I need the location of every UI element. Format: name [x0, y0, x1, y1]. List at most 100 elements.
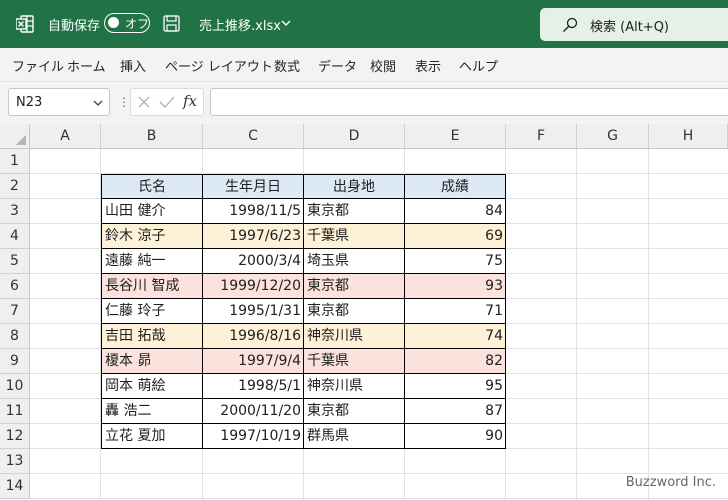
gridline — [30, 473, 728, 474]
chevron-down-icon[interactable] — [281, 19, 291, 27]
column-header[interactable]: D — [304, 124, 405, 149]
tab-review[interactable]: 校閲 — [370, 56, 396, 75]
select-all-icon — [16, 135, 26, 145]
table-cell[interactable]: 千葉県 — [304, 349, 405, 374]
table-cell[interactable]: 轟 浩二 — [101, 399, 203, 424]
table-header-cell[interactable]: 成績 — [405, 174, 506, 199]
chevron-down-icon[interactable] — [93, 99, 103, 107]
column-header[interactable]: B — [101, 124, 203, 149]
column-header[interactable]: E — [405, 124, 506, 149]
tab-formulas[interactable]: 数式 — [274, 56, 300, 75]
column-header[interactable]: A — [30, 124, 101, 149]
table-cell[interactable]: 仁藤 玲子 — [101, 299, 203, 324]
insert-function-button[interactable]: fx — [183, 92, 197, 110]
toggle-knob — [108, 17, 119, 28]
table-cell[interactable]: 1998/5/1 — [203, 374, 304, 399]
table-header-cell[interactable]: 出身地 — [304, 174, 405, 199]
search-placeholder: 検索 (Alt+Q) — [590, 20, 670, 35]
row-header[interactable]: 5 — [0, 249, 30, 274]
tab-view[interactable]: 表示 — [415, 56, 441, 75]
table-cell[interactable]: 神奈川県 — [304, 374, 405, 399]
row-header[interactable]: 8 — [0, 324, 30, 349]
table-cell[interactable]: 群馬県 — [304, 424, 405, 449]
table-cell[interactable]: 立花 夏加 — [101, 424, 203, 449]
column-header[interactable]: H — [649, 124, 728, 149]
table-cell[interactable]: 長谷川 智成 — [101, 274, 203, 299]
table-cell[interactable]: 東京都 — [304, 274, 405, 299]
row-header[interactable]: 11 — [0, 399, 30, 424]
row-header[interactable]: 10 — [0, 374, 30, 399]
tab-file[interactable]: ファイル — [12, 56, 64, 75]
table-cell[interactable]: 神奈川県 — [304, 324, 405, 349]
table-cell[interactable]: 87 — [405, 399, 506, 424]
select-all-button[interactable] — [0, 124, 30, 149]
column-header[interactable]: C — [203, 124, 304, 149]
check-icon[interactable] — [159, 95, 175, 109]
cancel-icon[interactable] — [137, 95, 151, 109]
table-header-cell[interactable]: 生年月日 — [203, 174, 304, 199]
table-cell[interactable]: 東京都 — [304, 399, 405, 424]
row-header[interactable]: 3 — [0, 199, 30, 224]
row-header[interactable]: 9 — [0, 349, 30, 374]
table-cell[interactable]: 69 — [405, 224, 506, 249]
tab-page-layout[interactable]: ページ レイアウト — [165, 56, 273, 75]
table-cell[interactable]: 岡本 萌絵 — [101, 374, 203, 399]
worksheet-grid[interactable]: ABCDEFGH 1 2 3 4 5 6 7 8 9 10 11 12 13 14 氏名 生年月日 出身地 成績… — [0, 124, 728, 500]
formula-buttons: fx — [130, 88, 204, 116]
name-box-value: N23 — [16, 95, 43, 110]
table-cell[interactable]: 82 — [405, 349, 506, 374]
row-header[interactable]: 14 — [0, 474, 30, 499]
tab-help[interactable]: ヘルプ — [459, 56, 498, 75]
table-cell[interactable]: 1999/12/20 — [203, 274, 304, 299]
table-cell[interactable]: 93 — [405, 274, 506, 299]
table-cell[interactable]: 71 — [405, 299, 506, 324]
tab-home[interactable]: ホーム — [67, 56, 106, 75]
excel-logo-icon[interactable] — [16, 15, 34, 33]
row-header[interactable]: 12 — [0, 424, 30, 449]
table-cell[interactable]: 1997/9/4 — [203, 349, 304, 374]
table-cell[interactable]: 95 — [405, 374, 506, 399]
row-header[interactable]: 1 — [0, 149, 30, 174]
gridline — [30, 498, 728, 499]
watermark: Buzzword Inc. — [625, 475, 716, 490]
search-box[interactable]: 検索 (Alt+Q) — [540, 8, 728, 41]
row-header[interactable]: 2 — [0, 174, 30, 199]
table-cell[interactable]: 1998/11/5 — [203, 199, 304, 224]
table-cell[interactable]: 84 — [405, 199, 506, 224]
ribbon-tabs: ファイル ホーム 挿入 ページ レイアウト 数式 データ 校閲 表示 ヘルプ — [0, 48, 728, 82]
formula-input[interactable] — [210, 88, 728, 116]
row-header[interactable]: 4 — [0, 224, 30, 249]
table-cell[interactable]: 2000/3/4 — [203, 249, 304, 274]
table-cell[interactable]: 2000/11/20 — [203, 399, 304, 424]
name-box[interactable]: N23 — [8, 88, 110, 116]
row-header[interactable]: 6 — [0, 274, 30, 299]
row-header[interactable]: 13 — [0, 449, 30, 474]
table-cell[interactable]: 東京都 — [304, 299, 405, 324]
table-cell[interactable]: 吉田 拓哉 — [101, 324, 203, 349]
table-cell[interactable]: 1997/6/23 — [203, 224, 304, 249]
table-cell[interactable]: 1995/1/31 — [203, 299, 304, 324]
autosave-toggle[interactable]: オフ — [104, 13, 150, 33]
table-cell[interactable]: 埼玉県 — [304, 249, 405, 274]
table-cell[interactable]: 山田 健介 — [101, 199, 203, 224]
table-header-cell[interactable]: 氏名 — [101, 174, 203, 199]
column-header[interactable]: G — [577, 124, 649, 149]
more-options-icon[interactable]: ⋮ — [118, 95, 130, 109]
table-cell[interactable]: 鈴木 涼子 — [101, 224, 203, 249]
table-cell[interactable]: 75 — [405, 249, 506, 274]
file-name[interactable]: 売上推移.xlsx — [199, 15, 281, 34]
table-cell[interactable]: 千葉県 — [304, 224, 405, 249]
tab-data[interactable]: データ — [318, 56, 357, 75]
table-cell[interactable]: 遠藤 純一 — [101, 249, 203, 274]
table-cell[interactable]: 1997/10/19 — [203, 424, 304, 449]
table-cell[interactable]: 90 — [405, 424, 506, 449]
column-header[interactable]: F — [506, 124, 577, 149]
save-icon[interactable] — [163, 15, 180, 32]
tab-insert[interactable]: 挿入 — [120, 56, 146, 75]
table-cell[interactable]: 1996/8/16 — [203, 324, 304, 349]
autosave-label: 自動保存 — [48, 19, 101, 34]
row-header[interactable]: 7 — [0, 299, 30, 324]
table-cell[interactable]: 74 — [405, 324, 506, 349]
table-cell[interactable]: 東京都 — [304, 199, 405, 224]
table-cell[interactable]: 榎本 昴 — [101, 349, 203, 374]
